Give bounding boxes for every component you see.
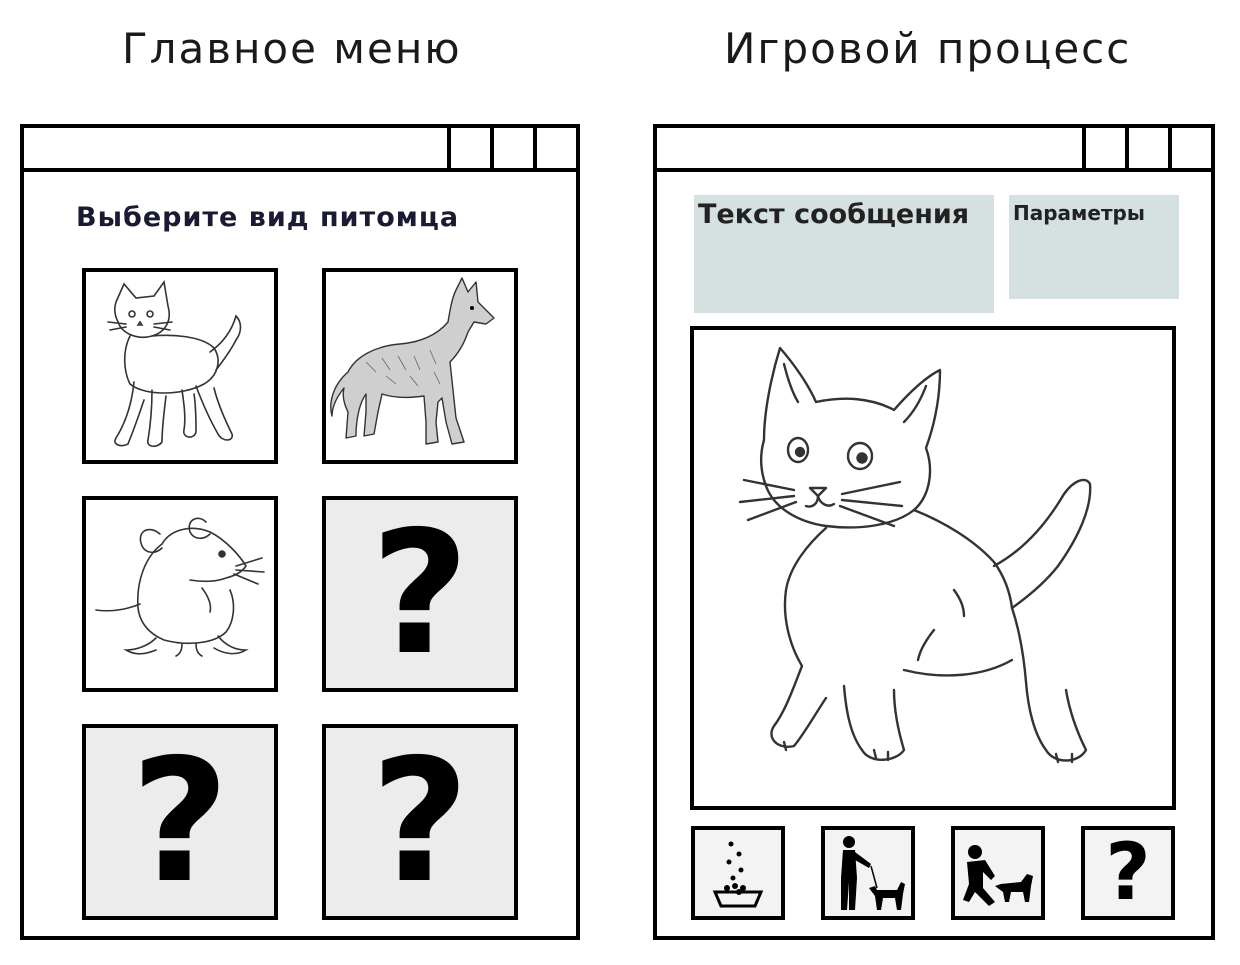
feed-button[interactable] xyxy=(691,826,785,920)
unknown-action-button[interactable]: ? xyxy=(1081,826,1175,920)
message-text-box: Текст сообщения xyxy=(694,195,994,313)
parameters-box: Параметры xyxy=(1009,195,1179,299)
main-menu-window: Выберите вид питомца ? ? ? xyxy=(20,124,580,940)
choose-pet-prompt: Выберите вид питомца xyxy=(76,202,460,233)
wolf-icon xyxy=(330,277,495,445)
message-text-label: Текст сообщения xyxy=(698,199,970,230)
gameplay-heading: Игровой процесс xyxy=(724,24,1132,73)
close-button[interactable] xyxy=(533,128,576,168)
question-mark-icon: ? xyxy=(1105,828,1151,918)
gameplay-window: Текст сообщения Параметры ? xyxy=(653,124,1215,940)
maximize-button[interactable] xyxy=(1125,128,1168,168)
pet-tile-locked[interactable]: ? xyxy=(322,724,518,920)
question-mark-icon: ? xyxy=(370,496,470,692)
food-bowl-icon xyxy=(712,841,764,908)
pet-tile-mouse[interactable] xyxy=(82,496,278,692)
pet-tile-wolf[interactable] xyxy=(322,268,518,464)
pet-tile-locked[interactable]: ? xyxy=(322,496,518,692)
cat-icon xyxy=(738,346,1092,764)
maximize-button[interactable] xyxy=(490,128,533,168)
pet-view[interactable] xyxy=(690,326,1176,810)
title-bar xyxy=(24,128,576,172)
close-button[interactable] xyxy=(1168,128,1211,168)
question-mark-icon: ? xyxy=(370,724,470,920)
minimize-button[interactable] xyxy=(447,128,490,168)
cat-icon xyxy=(107,279,242,448)
main-menu-heading: Главное меню xyxy=(122,24,462,73)
pet-tile-locked[interactable]: ? xyxy=(82,724,278,920)
pet-tile-cat[interactable] xyxy=(82,268,278,464)
walk-button[interactable] xyxy=(821,826,915,920)
title-bar xyxy=(657,128,1211,172)
play-button[interactable] xyxy=(951,826,1045,920)
parameters-label: Параметры xyxy=(1013,201,1145,225)
mouse-icon xyxy=(95,517,265,657)
question-mark-icon: ? xyxy=(130,724,230,920)
walk-dog-icon xyxy=(841,836,905,910)
minimize-button[interactable] xyxy=(1082,128,1125,168)
play-dog-icon xyxy=(963,845,1033,906)
